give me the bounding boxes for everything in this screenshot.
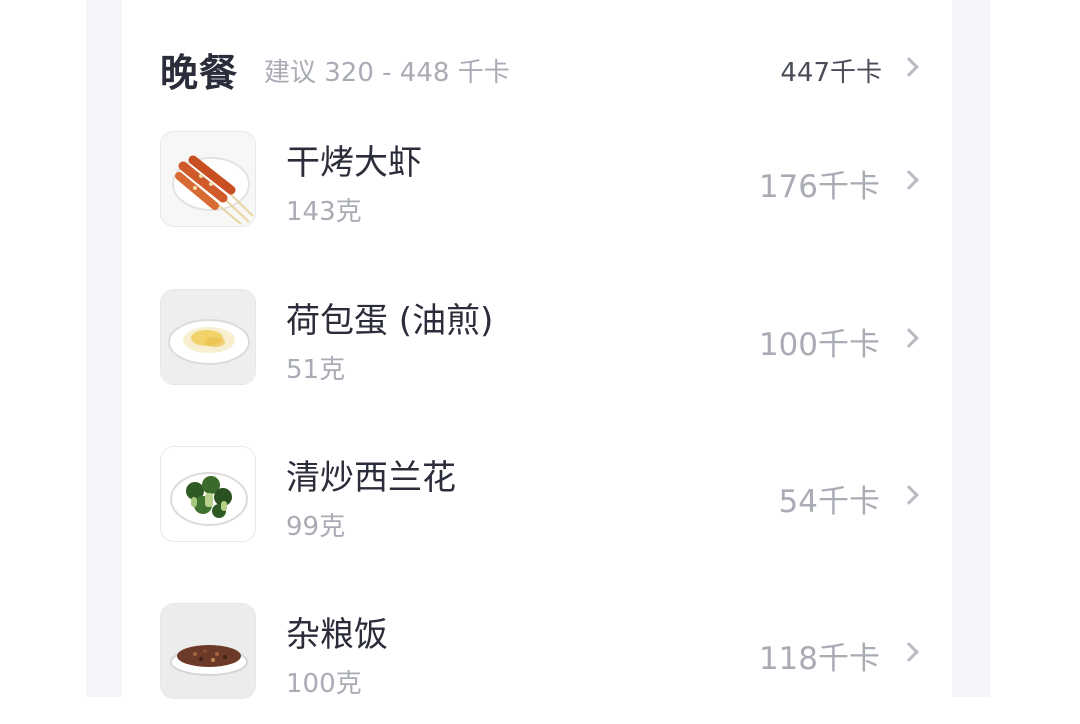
fried-egg-plate-icon <box>160 289 256 385</box>
food-kcal: 176千卡 <box>758 169 880 205</box>
chevron-right-icon <box>899 170 919 190</box>
page-side-band-right <box>952 0 990 697</box>
food-item[interactable]: 杂粮饭 100克 118千卡 <box>160 603 920 701</box>
food-weight: 143克 <box>286 197 362 227</box>
meal-title: 晚餐 <box>160 51 239 95</box>
broccoli-plate-icon <box>160 446 256 542</box>
page-side-band-left <box>86 0 122 697</box>
food-name: 干烤大虾 <box>286 143 422 183</box>
meal-total-kcal: 447千卡 <box>780 58 882 88</box>
grilled-shrimp-skewers-icon <box>160 131 256 227</box>
chevron-right-icon <box>899 328 919 348</box>
mixed-grain-rice-plate-icon <box>160 603 256 699</box>
food-item[interactable]: 干烤大虾 143克 176千卡 <box>160 131 920 229</box>
food-item[interactable]: 荷包蛋 (油煎) 51克 100千卡 <box>160 289 920 387</box>
food-weight: 100克 <box>286 669 362 699</box>
food-item[interactable]: 清炒西兰花 99克 54千卡 <box>160 446 920 544</box>
food-weight: 99克 <box>286 512 346 542</box>
food-kcal: 100千卡 <box>758 327 880 363</box>
food-name: 清炒西兰花 <box>286 458 456 498</box>
chevron-right-icon <box>899 57 919 77</box>
food-weight: 51克 <box>286 355 346 385</box>
food-kcal: 54千卡 <box>778 484 880 520</box>
food-name: 杂粮饭 <box>286 615 388 655</box>
chevron-right-icon <box>899 485 919 505</box>
meal-suggestion: 建议 320 - 448 千卡 <box>264 58 510 88</box>
chevron-right-icon <box>899 642 919 662</box>
meal-header[interactable]: 晚餐 建议 320 - 448 千卡 447千卡 <box>160 40 920 96</box>
food-name: 荷包蛋 (油煎) <box>286 301 494 341</box>
food-kcal: 118千卡 <box>758 641 880 677</box>
